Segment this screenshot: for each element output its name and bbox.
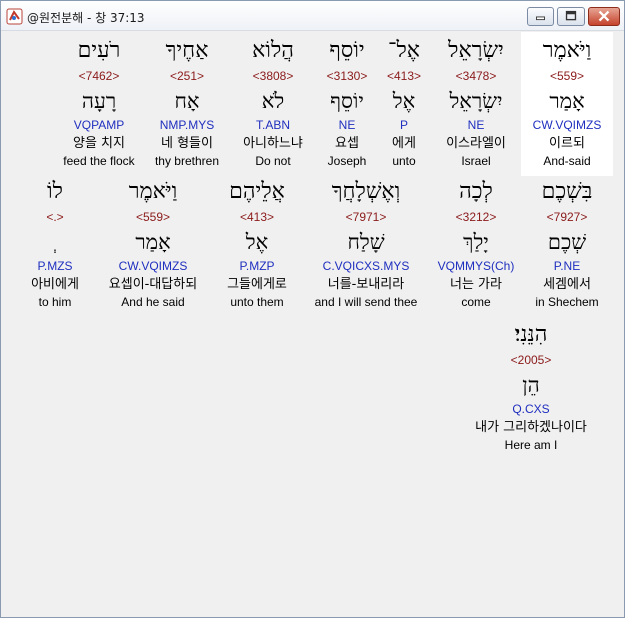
korean-gloss: 그들에게로 xyxy=(227,277,287,292)
lexical-root: שָׁלַח xyxy=(347,230,385,254)
hebrew-word: אֲלֵיהֶם xyxy=(229,179,285,204)
word-card[interactable]: וַיֹּאמֶר <559> אָמַר CW.VQIMZS 이르되 And-… xyxy=(521,32,613,176)
parse-code: P.MZS xyxy=(37,259,73,273)
app-logo-icon[interactable] xyxy=(6,8,23,25)
word-card[interactable]: רֹעִים <7462> רָעָה VQPAMP 양을 치지 feed th… xyxy=(53,36,145,169)
strong-number[interactable]: <559> xyxy=(95,207,211,227)
word-card[interactable]: לוֹ <.> ְ P.MZS 아비에게 to him xyxy=(13,177,97,310)
title-bar[interactable]: @원전분해 - 창 37:13 xyxy=(1,1,624,31)
parse-code: T.ABN xyxy=(255,118,290,132)
lexical-root: ְ xyxy=(13,227,97,257)
english-gloss: Do not xyxy=(255,154,291,168)
lexical-root: שְׁכֶם xyxy=(547,230,587,254)
parse-code: VQPAMP xyxy=(73,118,125,132)
strong-number[interactable]: <559> xyxy=(521,66,613,86)
parse-code: Q.CXS xyxy=(512,402,550,416)
hebrew-word: לוֹ xyxy=(47,179,63,204)
strong-number[interactable]: <7971> xyxy=(305,207,427,227)
strong-number[interactable]: <3808> xyxy=(227,66,319,86)
strong-number[interactable]: <413> xyxy=(211,207,303,227)
lexical-root: יָלַךְ xyxy=(463,230,489,254)
lexical-root: אָמַר xyxy=(135,230,171,254)
english-gloss: feed the flock xyxy=(63,154,135,168)
lexical-root: אֶל xyxy=(245,230,269,254)
hebrew-word: וַיֹּאמֶר xyxy=(542,38,592,63)
hebrew-word: אַחֶיךָ xyxy=(165,38,209,63)
hebrew-word: רֹעִים xyxy=(77,38,121,63)
word-card[interactable]: הִנֵּנִי׃ <2005> הֵן Q.CXS 내가 그리하겠나이다 He… xyxy=(451,320,611,453)
word-card[interactable]: לְכָה <3212> יָלַךְ VQMMYS(Ch) 너는 가라 com… xyxy=(430,177,522,310)
app-window: @원전분해 - 창 37:13 וַיֹּאמֶר <559> אָמַר CW… xyxy=(0,0,625,618)
hebrew-word: הִנֵּנִי׃ xyxy=(514,322,548,347)
minimize-icon xyxy=(536,16,545,21)
close-button[interactable] xyxy=(588,7,620,26)
hebrew-word: בִּשְׁכֶם xyxy=(541,179,593,204)
parse-code: NMP.MYS xyxy=(159,118,215,132)
english-gloss: thy brethren xyxy=(154,154,220,168)
korean-gloss: 너를-보내리라 xyxy=(327,277,405,292)
strong-number[interactable]: <7462> xyxy=(53,66,145,86)
lexical-root: אָח xyxy=(174,89,200,113)
parse-code: CW.VQIMZS xyxy=(118,259,188,273)
word-card[interactable]: וַיֹּאמֶר <559> אָמַר CW.VQIMZS 요셉이-대답하되… xyxy=(95,177,211,310)
close-icon xyxy=(598,10,610,22)
korean-gloss: 아니하느냐 xyxy=(243,136,303,151)
hebrew-word: הֲלוֹא xyxy=(252,38,294,63)
parse-code: VQMMYS(Ch) xyxy=(437,259,515,273)
korean-gloss: 세겜에서 xyxy=(543,277,591,292)
hebrew-word: לְכָה xyxy=(459,179,493,204)
strong-number[interactable]: <3212> xyxy=(430,207,522,227)
korean-gloss: 너는 가라 xyxy=(450,277,502,292)
english-gloss: and I will send thee xyxy=(314,295,418,309)
window-title: @원전분해 - 창 37:13 xyxy=(27,11,145,25)
english-gloss: Here am I xyxy=(504,438,558,452)
english-gloss: in Shechem xyxy=(535,295,599,309)
word-card[interactable]: בִּשְׁכֶם <7927> שְׁכֶם P.NE 세겜에서 in She… xyxy=(521,177,613,310)
word-card[interactable]: הֲלוֹא <3808> לֹא T.ABN 아니하느냐 Do not xyxy=(227,36,319,169)
korean-gloss: 내가 그리하겠나이다 xyxy=(475,420,587,435)
parse-code: P.MZP xyxy=(239,259,275,273)
english-gloss: And-said xyxy=(543,154,591,168)
lexical-root: אָמַר xyxy=(549,89,585,113)
word-card[interactable]: אַחֶיךָ <251> אָח NMP.MYS 네 형들이 thy bret… xyxy=(141,36,233,169)
english-gloss: to him xyxy=(38,295,72,309)
strong-number[interactable]: <7927> xyxy=(521,207,613,227)
maximize-button[interactable] xyxy=(557,7,585,26)
strong-number[interactable]: <251> xyxy=(141,66,233,86)
word-card[interactable]: אֲלֵיהֶם <413> אֶל P.MZP 그들에게로 unto them xyxy=(211,177,303,310)
lexical-root: לֹא xyxy=(261,89,285,113)
word-card[interactable]: וְאֶשְׁלָחֲךָ <7971> שָׁלַח C.VQICXS.MYS… xyxy=(305,177,427,310)
parse-code: P.NE xyxy=(553,259,581,273)
parse-code: C.VQICXS.MYS xyxy=(322,259,410,273)
korean-gloss: 네 형들이 xyxy=(161,136,213,151)
korean-gloss: 요셉이-대답하되 xyxy=(108,277,198,292)
lexical-root: רָעָה xyxy=(81,89,117,113)
parse-code: CW.VQIMZS xyxy=(532,118,602,132)
korean-gloss: 아비에게 xyxy=(31,277,79,292)
english-gloss: unto them xyxy=(230,295,284,309)
strong-number[interactable]: <2005> xyxy=(451,350,611,370)
korean-gloss: 이르되 xyxy=(549,136,585,151)
minimize-button[interactable] xyxy=(527,7,554,26)
analysis-pane[interactable]: וַיֹּאמֶר <559> אָמַר CW.VQIMZS 이르되 And-… xyxy=(5,32,620,615)
english-gloss: come xyxy=(461,295,491,309)
korean-gloss: 양을 치지 xyxy=(73,136,125,151)
maximize-icon xyxy=(565,10,577,21)
lexical-root: הֵן xyxy=(522,373,540,397)
strong-number[interactable]: <.> xyxy=(13,207,97,227)
hebrew-word: וְאֶשְׁלָחֲךָ xyxy=(331,179,401,204)
hebrew-word: וַיֹּאמֶר xyxy=(128,179,178,204)
english-gloss: And he said xyxy=(121,295,185,309)
